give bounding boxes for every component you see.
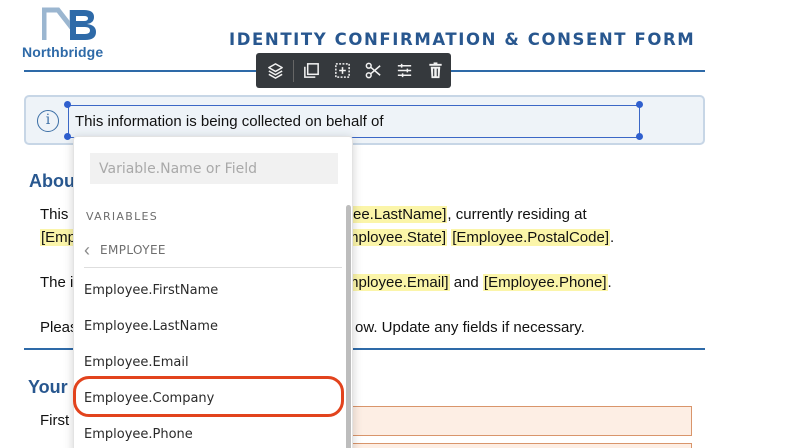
resize-handle-top-left[interactable] <box>64 101 71 108</box>
add-block-button[interactable] <box>327 53 358 88</box>
layers-icon <box>268 63 283 79</box>
about-line-2-right: mployee.State] [Employee.PostalCode]. <box>345 226 614 249</box>
duplicate-button[interactable] <box>296 53 327 88</box>
northbridge-logo-mark <box>42 7 96 40</box>
about-text: The i <box>40 274 74 291</box>
first-name-input[interactable] <box>342 406 692 436</box>
picker-scrollbar[interactable] <box>346 205 351 448</box>
layers-button[interactable] <box>260 53 291 88</box>
about-line-4: Pleas <box>40 316 78 339</box>
variable-option-email[interactable]: Employee.Email <box>84 355 189 370</box>
about-line-1: This <box>40 203 68 226</box>
resize-handle-top-right[interactable] <box>636 101 643 108</box>
document-title: IDENTITY CONFIRMATION & CONSENT FORM <box>229 30 696 49</box>
toolbar-separator <box>293 59 294 82</box>
first-name-label: First <box>40 412 70 429</box>
delete-button[interactable] <box>420 53 451 88</box>
variable-option-firstname[interactable]: Employee.FirstName <box>84 283 218 298</box>
duplicate-icon <box>304 63 319 78</box>
next-field-input[interactable] <box>342 443 692 448</box>
variable-option-phone[interactable]: Employee.Phone <box>84 427 193 442</box>
variable-tag[interactable]: [Employee.Phone] <box>482 274 608 291</box>
cut-button[interactable] <box>358 53 389 88</box>
about-line-4-right: ow. Update any fields if necessary. <box>355 316 585 339</box>
about-line-2: [Emp <box>40 226 78 249</box>
about-text: ow. Update any fields if necessary. <box>355 319 585 336</box>
about-text: This <box>40 206 69 223</box>
variable-picker: VARIABLES ‹ EMPLOYEE Employee.FirstName … <box>73 136 353 448</box>
variable-tag[interactable]: mployee.State] <box>345 229 448 246</box>
selected-text-block[interactable]: This information is being collected on b… <box>68 105 640 138</box>
resize-handle-bottom-right[interactable] <box>636 133 643 140</box>
chevron-left-icon: ‹ <box>84 240 90 260</box>
picker-divider <box>84 267 342 268</box>
about-text: and <box>449 274 483 291</box>
northbridge-logo: Northbridge <box>22 6 122 60</box>
employee-category-label: EMPLOYEE <box>100 243 166 257</box>
about-line-1-right: ee.LastName], currently residing at <box>352 203 587 226</box>
brand-name: Northbridge <box>22 44 104 60</box>
about-line-3-right: mployee.Email] and [Employee.Phone]. <box>345 271 612 294</box>
block-toolbar <box>256 53 451 88</box>
variable-tag[interactable]: [Emp <box>40 229 78 246</box>
your-section-heading: Your <box>28 377 68 397</box>
about-text: . <box>607 274 612 291</box>
back-to-employee[interactable]: ‹ EMPLOYEE <box>84 240 166 260</box>
variable-tag[interactable]: mployee.Email] <box>345 274 450 291</box>
settings-button[interactable] <box>389 53 420 88</box>
variables-group-label: VARIABLES <box>86 210 159 223</box>
info-icon: i <box>37 110 59 132</box>
settings-sliders-icon <box>397 63 412 78</box>
delete-icon <box>429 62 442 79</box>
info-text[interactable]: This information is being collected on b… <box>75 113 384 130</box>
variable-tag[interactable]: [Employee.PostalCode] <box>451 229 610 246</box>
add-block-icon <box>335 63 350 78</box>
variable-option-lastname[interactable]: Employee.LastName <box>84 319 218 334</box>
about-heading: Abou <box>29 171 75 191</box>
about-text: Pleas <box>40 319 78 336</box>
variable-option-company[interactable]: Employee.Company <box>84 391 214 406</box>
variable-tag[interactable]: ee.LastName] <box>352 206 448 223</box>
resize-handle-bottom-left[interactable] <box>64 133 71 140</box>
about-line-3: The i <box>40 271 73 294</box>
variable-search-input[interactable] <box>90 153 338 184</box>
cut-icon <box>365 62 381 79</box>
about-text: . <box>610 229 615 246</box>
about-text: , currently residing at <box>447 206 587 223</box>
